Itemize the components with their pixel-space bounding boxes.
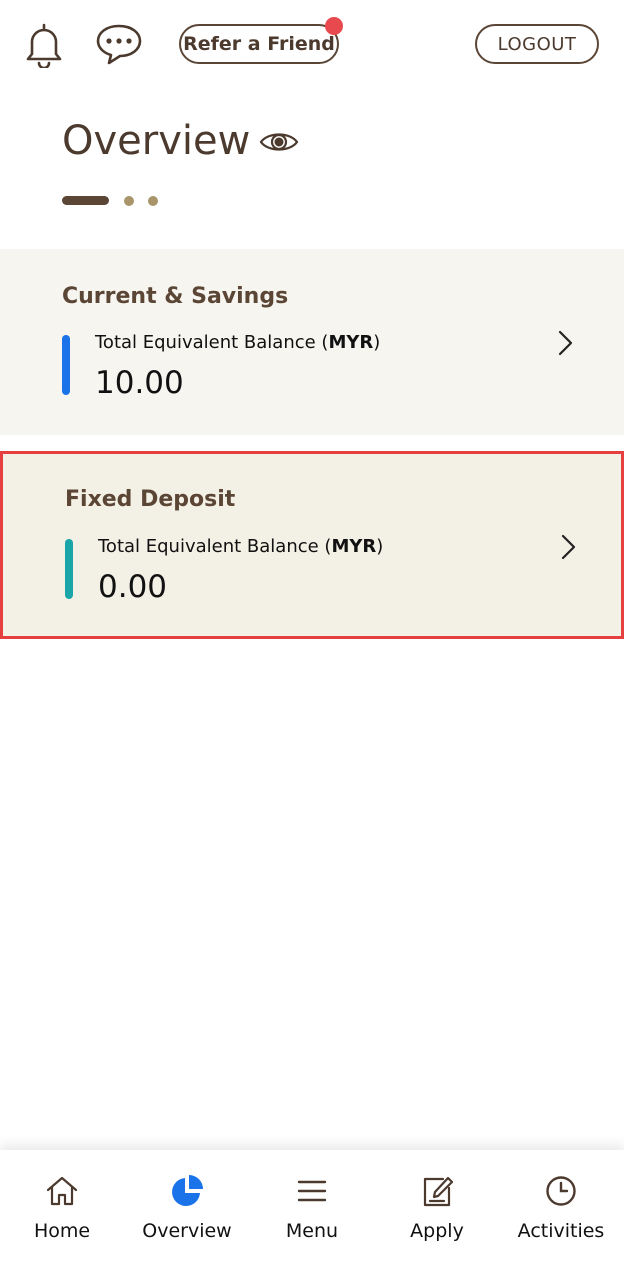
accent-bar: [65, 539, 73, 599]
notification-dot: [325, 17, 343, 35]
home-icon: [43, 1172, 81, 1210]
nav-label: Home: [33, 1220, 91, 1242]
nav-apply[interactable]: Apply: [387, 1150, 487, 1280]
balance-value: 10.00: [95, 365, 184, 401]
nav-label: Apply: [410, 1220, 464, 1242]
logout-button[interactable]: LOGOUT: [475, 24, 599, 64]
chevron-right-icon[interactable]: [557, 532, 579, 562]
balance-label: Total Equivalent Balance (MYR): [95, 332, 381, 353]
nav-menu[interactable]: Menu: [262, 1150, 362, 1280]
edit-document-icon: [418, 1172, 456, 1210]
nav-label: Overview: [142, 1220, 232, 1242]
page-title: Overview: [62, 118, 251, 164]
balance-value: 0.00: [98, 569, 168, 605]
balance-label: Total Equivalent Balance (MYR): [98, 536, 384, 557]
accent-bar: [62, 335, 70, 395]
clock-icon: [542, 1172, 580, 1210]
top-bar: Refer a Friend LOGOUT: [0, 0, 624, 90]
nav-home[interactable]: Home: [12, 1150, 112, 1280]
chat-bubble-icon[interactable]: [92, 20, 146, 68]
bottom-nav: Home Overview Menu Apply Activities: [0, 1150, 624, 1280]
chevron-right-icon[interactable]: [554, 328, 576, 358]
current-savings-card[interactable]: Current & Savings Total Equivalent Balan…: [0, 249, 624, 435]
nav-overview[interactable]: Overview: [132, 1150, 242, 1280]
page-indicator-dot[interactable]: [124, 196, 134, 206]
page-indicator-active[interactable]: [62, 196, 109, 205]
nav-activities[interactable]: Activities: [506, 1150, 616, 1280]
refer-a-friend-button[interactable]: Refer a Friend: [179, 24, 339, 64]
card-title: Current & Savings: [62, 284, 289, 309]
fixed-deposit-card[interactable]: Fixed Deposit Total Equivalent Balance (…: [0, 451, 624, 639]
eye-icon[interactable]: [258, 126, 300, 158]
hamburger-menu-icon: [293, 1172, 331, 1210]
page-indicator-dot[interactable]: [148, 196, 158, 206]
bell-icon[interactable]: [20, 18, 68, 70]
nav-label: Menu: [285, 1220, 339, 1242]
card-title: Fixed Deposit: [65, 487, 236, 512]
pie-chart-icon: [168, 1172, 206, 1210]
nav-label: Activities: [517, 1220, 605, 1242]
